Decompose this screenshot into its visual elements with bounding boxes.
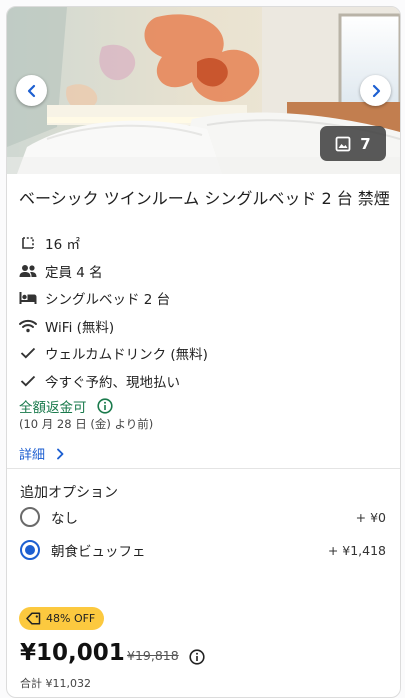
prev-photo-button[interactable] — [16, 75, 47, 106]
room-card: 7 ベーシック ツインルーム シングルベッド 2 台 禁煙 16 ㎡ 定員 4 … — [6, 6, 401, 698]
options-heading: 追加オプション — [20, 485, 118, 501]
check-icon — [19, 372, 37, 390]
amenity-room-size: 16 ㎡ — [19, 232, 389, 254]
section-divider — [7, 468, 400, 469]
amenity-capacity: 定員 4 名 — [19, 260, 389, 282]
option-price: + ¥1,418 — [327, 542, 386, 558]
info-icon[interactable] — [189, 649, 205, 665]
people-icon — [19, 262, 37, 280]
photo-count: 7 — [360, 134, 371, 153]
photo-gallery-button[interactable]: 7 — [320, 126, 386, 161]
chevron-left-icon — [27, 84, 35, 97]
next-photo-button[interactable] — [360, 75, 391, 106]
tag-icon — [26, 612, 41, 625]
radio-button[interactable] — [20, 507, 40, 527]
check-icon — [19, 344, 37, 362]
amenity-beds: シングルベッド 2 台 — [19, 287, 389, 309]
option-price: + ¥0 — [355, 509, 386, 525]
amenity-wifi: WiFi (無料) — [19, 315, 389, 337]
room-size-icon — [19, 234, 37, 252]
total-price: 合計 ¥11,032 — [20, 677, 91, 690]
current-price: ¥10,001 — [20, 640, 125, 666]
option-breakfast-buffet[interactable]: 朝食ビュッフェ + ¥1,418 — [20, 538, 386, 562]
option-label: 朝食ビュッフェ — [51, 544, 146, 560]
wifi-icon — [19, 317, 37, 335]
option-label: なし — [51, 511, 78, 527]
amenity-welcome-drink: ウェルカムドリンク (無料) — [19, 342, 389, 364]
radio-button-selected[interactable] — [20, 540, 40, 560]
option-none[interactable]: なし + ¥0 — [20, 505, 386, 529]
chevron-right-icon — [372, 84, 380, 97]
refund-policy: 全額返金可 — [19, 396, 113, 416]
discount-badge: 48% OFF — [19, 607, 105, 630]
info-icon[interactable] — [96, 398, 113, 414]
gallery-icon — [335, 136, 351, 151]
refund-label: 全額返金可 — [19, 400, 87, 416]
original-price: ¥19,818 — [127, 648, 179, 663]
bed-icon — [19, 289, 37, 307]
room-title: ベーシック ツインルーム シングルベッド 2 台 禁煙 — [19, 189, 390, 208]
amenity-pay-later: 今すぐ予約、現地払い — [19, 370, 389, 392]
chevron-right-icon — [57, 448, 64, 459]
details-link[interactable]: 詳細 — [19, 444, 65, 463]
refund-deadline: (10 月 28 日 (金) より前) — [19, 417, 154, 431]
room-photo[interactable]: 7 — [7, 7, 400, 174]
